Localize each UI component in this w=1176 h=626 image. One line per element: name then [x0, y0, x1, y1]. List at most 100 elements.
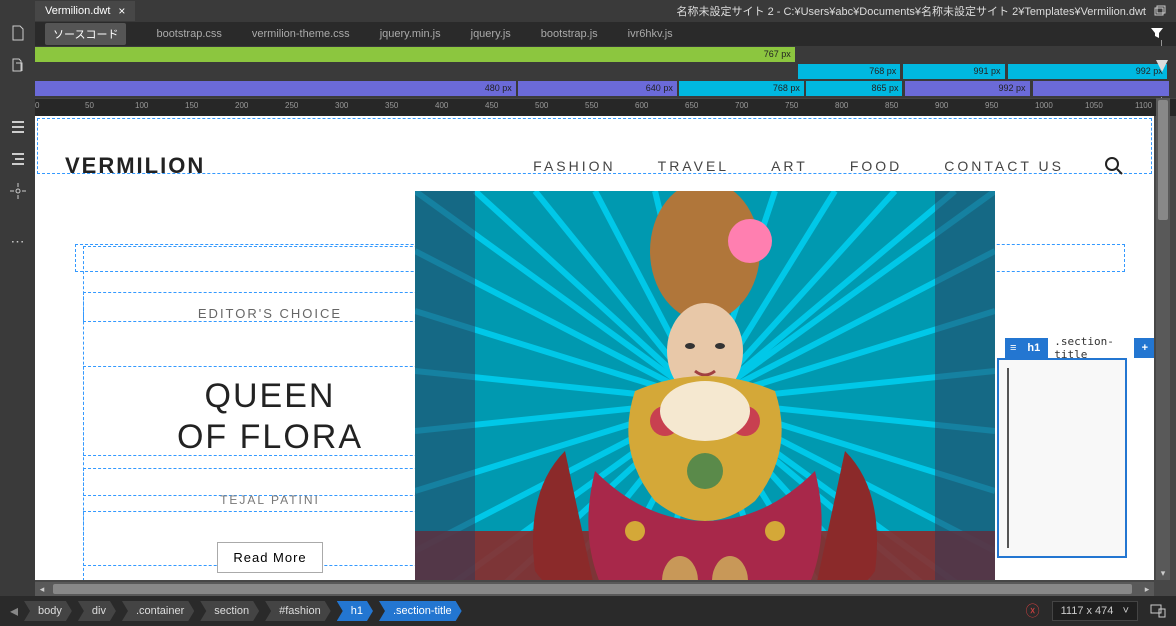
content-column: EDITOR'S CHOICE QUEEN OF FLORA TEJAL PAT…: [85, 246, 455, 573]
scroll-left-icon[interactable]: ◂: [35, 582, 49, 596]
ruler-tick: 50: [85, 101, 94, 110]
ruler-tick: 500: [535, 101, 548, 110]
ruler-tick: 750: [785, 101, 798, 110]
more-icon[interactable]: ⋯: [9, 232, 27, 250]
close-icon[interactable]: ×: [118, 4, 125, 18]
ruler-tick: 600: [635, 101, 648, 110]
ruler-tick: 1000: [1035, 101, 1053, 110]
nav-link[interactable]: CONTACT US: [944, 158, 1064, 174]
related-file[interactable]: vermilion-theme.css: [252, 28, 350, 40]
hero-image[interactable]: [415, 191, 995, 580]
scrollbar-thumb[interactable]: [53, 584, 1132, 594]
related-file[interactable]: bootstrap.js: [541, 28, 598, 40]
ruler-tick: 0: [35, 101, 39, 110]
ruler-tick: 950: [985, 101, 998, 110]
ruler[interactable]: 0 50 100 150 200 250 300 350 400 450 500…: [35, 98, 1176, 116]
error-icon[interactable]: ⓧ: [1026, 601, 1040, 621]
ruler-tick: 900: [935, 101, 948, 110]
headline-line-1: QUEEN: [205, 377, 336, 415]
site-logo[interactable]: VERMILION: [65, 153, 205, 179]
breakpoint-segment[interactable]: 480 px: [35, 81, 516, 96]
related-file[interactable]: bootstrap.css: [156, 28, 221, 40]
scrollbar-thumb[interactable]: [1158, 100, 1168, 220]
breakpoint-segment[interactable]: 991 px: [903, 64, 1005, 79]
device-preview-icon[interactable]: [1150, 604, 1166, 618]
breadcrumb-caret[interactable]: ◂: [10, 601, 18, 621]
ruler-tick: 200: [235, 101, 248, 110]
element-selector-tag[interactable]: ≡ h1 .section-title +: [1005, 338, 1154, 358]
headline[interactable]: QUEEN OF FLORA: [85, 376, 455, 458]
file-tab-label: Vermilion.dwt: [45, 5, 110, 17]
breadcrumb[interactable]: div: [78, 601, 116, 621]
left-toolbar: ⋯: [0, 22, 35, 596]
ruler-tick: 250: [285, 101, 298, 110]
breadcrumb[interactable]: #fashion: [265, 601, 331, 621]
related-file[interactable]: jquery.js: [471, 28, 511, 40]
maximize-icon[interactable]: [1154, 5, 1166, 17]
horizontal-scrollbar[interactable]: ◂ ▸: [35, 582, 1154, 596]
breakpoint-segment[interactable]: 865 px: [806, 81, 902, 96]
tag-name: h1: [1021, 342, 1046, 354]
ruler-tick: 650: [685, 101, 698, 110]
source-code-button[interactable]: ソースコード: [45, 23, 126, 45]
ruler-tick: 100: [135, 101, 148, 110]
filter-icon[interactable]: [1150, 26, 1164, 40]
breakpoint-row-1[interactable]: 767 px: [35, 46, 1169, 63]
file-tab[interactable]: Vermilion.dwt ×: [35, 1, 135, 21]
related-file[interactable]: jquery.min.js: [380, 28, 441, 40]
file-manage-icon[interactable]: [9, 56, 27, 74]
author-text[interactable]: TEJAL PATINI: [85, 493, 455, 507]
ruler-tick: 150: [185, 101, 198, 110]
vertical-scrollbar[interactable]: ▴ ▾: [1156, 98, 1170, 580]
status-bar: ◂ body div .container section #fashion h…: [0, 596, 1176, 626]
breakpoint-row-2[interactable]: 768 px 991 px 992 px: [35, 63, 1169, 80]
breakpoint-row-3[interactable]: 480 px 640 px 768 px 865 px 992 px: [35, 80, 1169, 97]
list-icon[interactable]: [9, 118, 27, 136]
nav-link[interactable]: ART: [771, 158, 808, 174]
design-canvas-wrapper: 0 50 100 150 200 250 300 350 400 450 500…: [35, 98, 1176, 596]
nav-link[interactable]: TRAVEL: [658, 158, 729, 174]
ruler-tick: 450: [485, 101, 498, 110]
drag-handle-icon[interactable]: ≡: [1005, 342, 1021, 354]
tab-bar: Vermilion.dwt × 名称未設定サイト 2 - C:¥Users¥ab…: [0, 0, 1176, 22]
breakpoint-segment[interactable]: [1033, 81, 1169, 96]
breakpoint-segment[interactable]: 640 px: [518, 81, 677, 96]
breakpoint-segment[interactable]: 992 px: [905, 81, 1030, 96]
ruler-tick: 800: [835, 101, 848, 110]
search-icon[interactable]: [1104, 156, 1124, 176]
eyebrow-text[interactable]: EDITOR'S CHOICE: [85, 306, 455, 321]
breadcrumb-selected[interactable]: .section-title: [379, 601, 462, 621]
scrubber-icon[interactable]: [1154, 58, 1170, 74]
ruler-tick: 350: [385, 101, 398, 110]
indent-icon[interactable]: [9, 150, 27, 168]
rendered-page[interactable]: VERMILION FASHION TRAVEL ART FOOD CONTAC…: [35, 116, 1154, 580]
ruler-tick: 1050: [1085, 101, 1103, 110]
scroll-down-icon[interactable]: ▾: [1156, 568, 1170, 580]
breadcrumb-selected[interactable]: h1: [337, 601, 373, 621]
scroll-right-icon[interactable]: ▸: [1140, 582, 1154, 596]
breakpoint-segment[interactable]: 768 px: [798, 64, 900, 79]
selected-element-outline[interactable]: [997, 358, 1127, 558]
read-more-button[interactable]: Read More: [217, 542, 322, 573]
breadcrumb[interactable]: body: [24, 601, 72, 621]
document-path: 名称未設定サイト 2 - C:¥Users¥abc¥Documents¥名称未設…: [677, 3, 1146, 19]
canvas-dimensions[interactable]: 1117 x 474 ˅: [1052, 601, 1138, 621]
breakpoint-segment[interactable]: 992 px: [1008, 64, 1167, 79]
ruler-tick: 550: [585, 101, 598, 110]
nav-link[interactable]: FOOD: [850, 158, 902, 174]
related-file[interactable]: ivr6hkv.js: [628, 28, 673, 40]
breadcrumb[interactable]: .container: [122, 601, 194, 621]
design-canvas[interactable]: VERMILION FASHION TRAVEL ART FOOD CONTAC…: [35, 116, 1154, 580]
ruler-tick: 1100: [1135, 101, 1152, 110]
site-header: VERMILION FASHION TRAVEL ART FOOD CONTAC…: [35, 141, 1154, 191]
breadcrumb[interactable]: section: [200, 601, 259, 621]
headline-line-2: OF FLORA: [177, 418, 363, 456]
ruler-tick: 700: [735, 101, 748, 110]
target-icon[interactable]: [9, 182, 27, 200]
add-class-icon[interactable]: +: [1136, 342, 1154, 354]
file-icon[interactable]: [9, 24, 27, 42]
breakpoint-segment[interactable]: 768 px: [679, 81, 804, 96]
ruler-tick: 400: [435, 101, 448, 110]
breakpoint-segment[interactable]: 767 px: [35, 47, 795, 62]
nav-link[interactable]: FASHION: [533, 158, 615, 174]
